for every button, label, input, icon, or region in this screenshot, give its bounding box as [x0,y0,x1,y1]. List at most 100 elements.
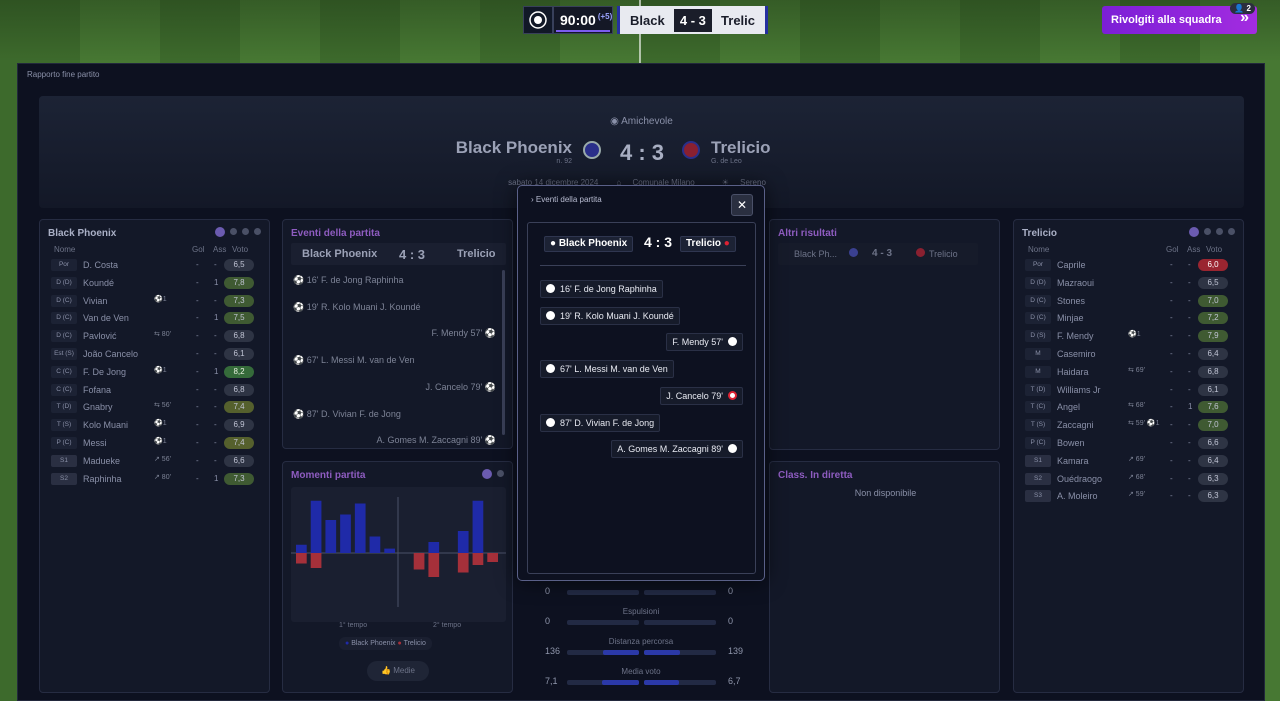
player-row[interactable]: D (C) Pavlović ⇆ 80' - -6,8 [48,328,261,344]
player-row[interactable]: T (D) Gnabry ⇆ 56' - -7,4 [48,399,261,415]
player-row[interactable]: Por D. Costa - -6,5 [48,257,261,273]
player-row[interactable]: D (D) Koundé - 1 7,8 [48,275,261,291]
player-row[interactable]: T (C) Angel ⇆ 68' - 1 7,6 [1022,399,1235,415]
page-dot[interactable] [230,228,237,235]
player-name[interactable]: Pavlović [83,331,117,341]
player-row[interactable]: D (C) Van de Ven - 1 7,5 [48,310,261,326]
modal-event-row[interactable]: 16' F. de Jong Raphinha [540,280,663,298]
page-dot[interactable] [215,227,225,237]
player-position: Est (S) [51,348,77,360]
player-goals: - [196,366,199,376]
player-name[interactable]: Koundé [83,278,114,288]
player-assists: - [214,438,217,447]
modal-event-row[interactable]: 19' R. Kolo Muani J. Koundé [540,306,680,325]
player-goals: - [196,331,199,341]
modal-event-row[interactable]: A. Gomes M. Zaccagni 89' [611,440,743,459]
player-name[interactable]: Minjae [1057,313,1084,323]
result-row[interactable]: Black Ph... 4 - 3 Trelicio [778,243,978,265]
player-assists: 1 [214,473,219,483]
page-dot[interactable] [242,228,249,235]
player-row[interactable]: T (S) Kolo Muani ⚽1- -6,9 [48,417,261,433]
close-button[interactable]: ✕ [731,194,753,216]
away-team[interactable]: Trelicio G. de Leo [711,138,771,165]
player-row[interactable]: M Haidara ⇆ 69' - -6,8 [1022,364,1235,380]
player-name[interactable]: F. Mendy [1057,331,1094,341]
player-row[interactable]: C (C) F. De Jong ⚽1 - 1 8,2 [48,364,261,380]
events-scoreline: Black Phoenix 4 : 3 Trelicio [291,243,506,265]
home-team[interactable]: Black Phoenix n. 92 [456,138,572,165]
player-name[interactable]: Stones [1057,296,1085,306]
away-team-name[interactable]: Trelicio [711,138,771,157]
player-row[interactable]: D (C) Vivian ⚽1- -7,3 [48,293,261,309]
event-row[interactable]: ⚽ 16' F. de Jong Raphinha [293,272,404,288]
event-row[interactable]: ⚽ 67' L. Messi M. van de Ven [293,352,415,368]
page-dot[interactable] [1228,228,1235,235]
modal-event-row[interactable]: J. Cancelo 79' [660,386,743,405]
player-name[interactable]: D. Costa [83,260,118,270]
event-text: 67' L. Messi M. van de Ven [306,355,415,366]
player-row[interactable]: C (C) Fofana - -6,8 [48,382,261,398]
player-name[interactable]: F. De Jong [83,367,126,377]
player-name[interactable]: Raphinha [83,474,122,484]
event-row[interactable]: F. Mendy 57' ⚽ [432,325,496,341]
player-goals: - [196,277,199,287]
player-row[interactable]: D (D) Mazraoui - -6,5 [1022,275,1235,291]
player-row[interactable]: T (D) Williams Jr - -6,1 [1022,382,1235,398]
player-name[interactable]: Van de Ven [83,313,129,323]
events-scrollbar[interactable] [502,270,505,435]
player-name[interactable]: Williams Jr [1057,385,1101,395]
player-row[interactable]: T (S) Zaccagni ⇆ 59' ⚽1- -7,0 [1022,417,1235,433]
player-row[interactable]: D (C) Minjae - -7,2 [1022,310,1235,326]
modal-event-row[interactable]: 87' D. Vivian F. de Jong [540,413,661,432]
page-dot[interactable] [497,470,504,477]
player-row[interactable]: D (C) Stones - -7,0 [1022,293,1235,309]
home-team-name[interactable]: Black Phoenix [456,138,572,157]
averages-button[interactable]: 👍 Medie [367,661,429,681]
result-away: Trelicio [929,249,958,259]
player-name[interactable]: Bowen [1057,438,1085,448]
player-row[interactable]: Est (S) João Cancelo - -6,1 [48,346,261,362]
modal-event-row[interactable]: F. Mendy 57' [666,333,743,352]
player-name[interactable]: Messi [83,438,107,448]
player-name[interactable]: Casemiro [1057,349,1096,359]
page-dot[interactable] [1216,228,1223,235]
page-dot[interactable] [1189,227,1199,237]
modal-event-text: A. Gomes M. Zaccagni 89' [617,444,723,455]
player-name[interactable]: Madueke [83,456,120,466]
modal-event-row[interactable]: 67' L. Messi M. van de Ven [540,360,674,379]
event-row[interactable]: ⚽ 19' R. Kolo Muani J. Koundé [293,299,421,315]
player-row[interactable]: S1 Madueke ↗ 56' - -6,6 [48,453,261,469]
events-home: Black Phoenix [302,248,378,260]
event-row[interactable]: J. Cancelo 79' ⚽ [426,379,496,395]
player-row[interactable]: D (S) F. Mendy ⚽1- -7,9 [1022,328,1235,344]
player-row[interactable]: S1 Kamara ↗ 69' - -6,4 [1022,453,1235,469]
event-row[interactable]: ⚽ 87' D. Vivian F. de Jong [293,406,401,422]
player-name[interactable]: João Cancelo [83,349,138,359]
player-name[interactable]: Zaccagni [1057,420,1094,430]
player-name[interactable]: Mazraoui [1057,278,1094,288]
player-name[interactable]: Haidara [1057,367,1089,377]
player-name[interactable]: A. Moleiro [1057,491,1098,501]
player-row[interactable]: P (C) Messi ⚽1- -7,4 [48,435,261,451]
player-goals: - [196,455,199,465]
player-row[interactable]: M Casemiro - -6,4 [1022,346,1235,362]
col-goals: Gol [1166,245,1179,254]
player-row[interactable]: Por Caprile - -6,0 [1022,257,1235,273]
player-name[interactable]: Caprile [1057,260,1086,270]
player-row[interactable]: P (C) Bowen - -6,6 [1022,435,1235,451]
player-name[interactable]: Angel [1057,402,1080,412]
page-dot[interactable] [254,228,261,235]
player-name[interactable]: Ouédraogo [1057,474,1102,484]
player-row[interactable]: S2 Ouédraogo ↗ 68' - -6,3 [1022,471,1235,487]
address-team-button[interactable]: Rivolgiti alla squadra » 👤 2 [1102,3,1257,34]
page-dot[interactable] [482,469,492,479]
player-name[interactable]: Fofana [83,385,111,395]
player-name[interactable]: Kolo Muani [83,420,128,430]
player-name[interactable]: Kamara [1057,456,1089,466]
player-name[interactable]: Vivian [83,296,107,306]
player-name[interactable]: Gnabry [83,402,113,412]
player-row[interactable]: S2 Raphinha ↗ 80' - 1 7,3 [48,471,261,487]
page-dot[interactable] [1204,228,1211,235]
player-row[interactable]: S3 A. Moleiro ↗ 59' - -6,3 [1022,488,1235,504]
event-row[interactable]: A. Gomes M. Zaccagni 89' ⚽ [377,432,496,448]
